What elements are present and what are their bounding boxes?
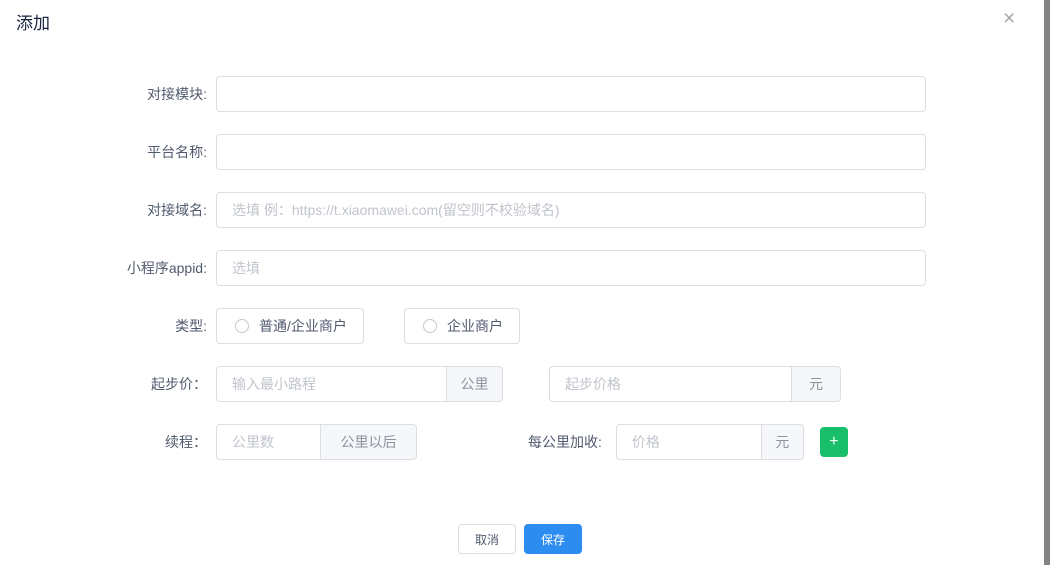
module-input[interactable] [216,76,926,112]
renewal-label: 续程： [0,432,207,452]
form-row-type: 类型: 普通/企业商户 企业商户 [0,308,1040,344]
yuan-unit-label: 元 [761,424,804,460]
form-row-domain: 对接域名: [0,192,1040,228]
min-distance-group: 公里 [216,366,503,402]
domain-input[interactable] [216,192,926,228]
modal-footer: 取消 保存 [0,524,1040,554]
radio-option-label: 普通/企业商户 [259,316,347,336]
per-km-surcharge-label: 每公里加收: [528,432,602,452]
add-rate-button[interactable]: + [820,427,848,457]
appid-label: 小程序appid: [0,258,207,278]
form-row-renewal: 续程： 公里以后 每公里加收: 元 + [0,424,1040,460]
start-price-input[interactable] [549,366,791,402]
cancel-button[interactable]: 取消 [458,524,516,554]
vertical-scrollbar[interactable] [1044,0,1050,565]
min-distance-input[interactable] [216,366,446,402]
platform-name-input[interactable] [216,134,926,170]
radio-icon [423,319,437,333]
form-row-module: 对接模块: [0,76,1040,112]
platform-name-label: 平台名称: [0,142,207,162]
radio-option-label: 企业商户 [447,316,503,336]
module-label: 对接模块: [0,84,207,104]
type-option-normal-merchant[interactable]: 普通/企业商户 [216,308,364,344]
domain-label: 对接域名: [0,200,207,220]
close-icon[interactable]: × [1003,8,1015,29]
save-button[interactable]: 保存 [524,524,582,554]
renewal-km-input[interactable] [216,424,320,460]
add-form: 对接模块: 平台名称: 对接域名: 小程序appid: 类型: 普通/企业商户 … [0,76,1040,482]
modal-title: 添加 [16,9,50,34]
per-km-price-input[interactable] [616,424,761,460]
per-km-price-group: 元 [616,424,804,460]
after-km-unit-label: 公里以后 [320,424,417,460]
renewal-distance-group: 公里以后 [216,424,417,460]
appid-input[interactable] [216,250,926,286]
radio-icon [235,319,249,333]
type-option-enterprise-merchant[interactable]: 企业商户 [404,308,520,344]
km-unit-label: 公里 [446,366,503,402]
yuan-unit-label: 元 [791,366,841,402]
form-row-appid: 小程序appid: [0,250,1040,286]
form-row-base-price: 起步价： 公里 元 [0,366,1040,402]
base-price-label: 起步价： [0,374,207,394]
form-row-platform-name: 平台名称: [0,134,1040,170]
type-label: 类型: [0,316,207,336]
start-price-group: 元 [549,366,841,402]
